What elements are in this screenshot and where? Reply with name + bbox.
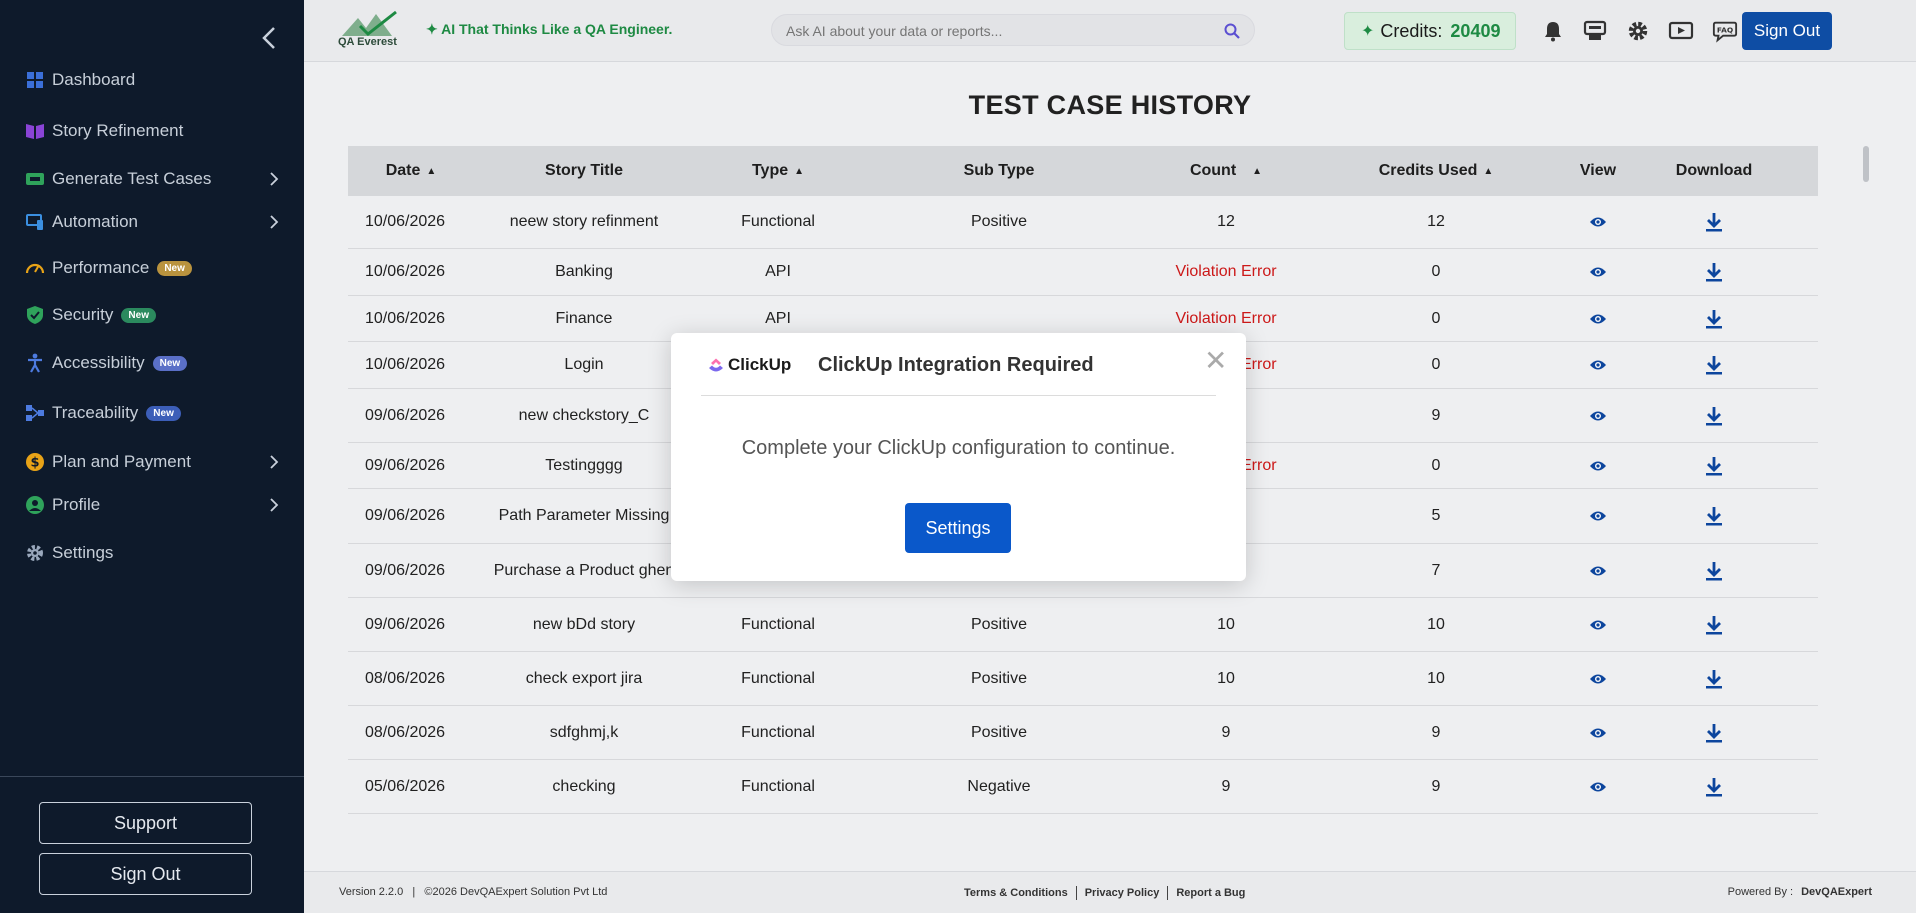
powered-by-value: DevQAExpert — [1801, 886, 1872, 898]
privacy-link[interactable]: Privacy Policy — [1085, 887, 1160, 899]
header-sign-out-button[interactable]: Sign Out — [1742, 12, 1832, 50]
sidebar-divider — [0, 776, 304, 777]
sidebar-item-settings[interactable]: Settings — [24, 539, 280, 567]
sidebar-item-generate-test-cases[interactable]: Generate Test Cases — [24, 165, 280, 193]
dollar-icon: $ — [24, 451, 46, 473]
clickup-icon — [709, 358, 723, 372]
chevron-right-icon — [268, 169, 280, 194]
sidebar-item-performance[interactable]: Performance New — [24, 254, 280, 282]
sidebar-item-traceability[interactable]: Traceability New — [24, 399, 280, 427]
search-icon[interactable] — [1224, 23, 1240, 44]
automation-icon — [24, 211, 46, 233]
link-separator — [1167, 886, 1169, 900]
new-badge: New — [152, 355, 188, 371]
report-bug-link[interactable]: Report a Bug — [1176, 887, 1245, 899]
sidebar-item-label: Settings — [52, 543, 114, 562]
credits-label: Credits: — [1380, 20, 1443, 41]
sidebar-item-label: Dashboard — [52, 70, 136, 89]
sidebar-item-story-refinement[interactable]: Story Refinement — [24, 117, 280, 145]
footer-links: Terms & Conditions Privacy Policy Report… — [964, 886, 1245, 900]
sidebar-item-plan-and-payment[interactable]: $ Plan and Payment — [24, 448, 280, 476]
new-badge: New — [121, 307, 156, 323]
chevron-right-icon — [268, 212, 280, 237]
link-separator — [1075, 886, 1077, 900]
new-badge: New — [146, 405, 181, 421]
svg-text:$: $ — [30, 456, 39, 471]
kiosk-icon[interactable] — [1582, 18, 1608, 44]
dashboard-icon — [24, 69, 46, 91]
sidebar-item-label: Traceability — [52, 403, 139, 422]
book-icon — [24, 120, 46, 142]
sidebar-item-automation[interactable]: Automation — [24, 208, 280, 236]
sidebar: Dashboard Story Refinement Generate Test… — [0, 0, 304, 913]
sidebar-item-accessibility[interactable]: Accessibility New — [24, 349, 280, 377]
close-icon[interactable]: ✕ — [1204, 347, 1227, 375]
sidebar-item-label: Accessibility — [52, 353, 145, 372]
clickup-integration-modal: ClickUp ClickUp Integration Required ✕ C… — [671, 333, 1246, 581]
sidebar-item-label: Security — [52, 305, 114, 324]
faq-label: FAQ — [1717, 25, 1733, 34]
modal-divider — [701, 395, 1216, 396]
sidebar-item-label: Profile — [52, 495, 101, 514]
collapse-sidebar-icon[interactable] — [258, 24, 282, 52]
user-icon — [24, 494, 46, 516]
gear-icon[interactable] — [1625, 18, 1651, 44]
sidebar-item-security[interactable]: Security New — [24, 301, 280, 329]
tagline: ✦ AI That Thinks Like a QA Engineer. — [426, 21, 673, 37]
gear-icon — [24, 542, 46, 564]
sidebar-item-label: Story Refinement — [52, 121, 184, 140]
ai-search-input[interactable] — [786, 21, 1206, 41]
faq-icon[interactable]: FAQ — [1712, 18, 1738, 44]
sidebar-item-dashboard[interactable]: Dashboard — [24, 66, 280, 94]
sidebar-item-label: Plan and Payment — [52, 452, 191, 471]
powered-by-label: Powered By : — [1727, 886, 1794, 898]
accessibility-icon — [24, 352, 46, 374]
sidebar-sign-out-button[interactable]: Sign Out — [39, 853, 252, 895]
credits-value: 20409 — [1450, 20, 1501, 41]
settings-button[interactable]: Settings — [905, 503, 1011, 553]
sparkle-icon: ✦ — [1361, 23, 1375, 40]
logo-text: QA Everest — [338, 36, 397, 48]
terms-link[interactable]: Terms & Conditions — [964, 887, 1068, 899]
sidebar-item-label: Automation — [52, 212, 138, 231]
video-icon[interactable] — [1668, 18, 1694, 44]
footer-version: Version 2.2.0 | ©2026 DevQAExpert Soluti… — [339, 886, 608, 898]
clickup-brand: ClickUp — [728, 355, 792, 374]
powered-by: Powered By : DevQAExpert — [1728, 886, 1872, 898]
sidebar-item-label: Generate Test Cases — [52, 169, 212, 188]
ai-search-box[interactable] — [771, 14, 1255, 46]
sidebar-item-profile[interactable]: Profile — [24, 491, 280, 519]
footer: Version 2.2.0 | ©2026 DevQAExpert Soluti… — [304, 871, 1916, 913]
support-button[interactable]: Support — [39, 802, 252, 844]
bell-icon[interactable] — [1540, 18, 1566, 44]
credits-badge: ✦ Credits: 20409 — [1344, 12, 1516, 50]
speedometer-icon — [24, 257, 46, 279]
shield-icon — [24, 304, 46, 326]
chevron-right-icon — [268, 495, 280, 520]
modal-message: Complete your ClickUp configuration to c… — [741, 437, 1176, 459]
test-cases-icon — [24, 168, 46, 190]
clickup-logo: ClickUp — [707, 355, 791, 375]
top-header: QA Everest ✦ AI That Thinks Like a QA En… — [304, 0, 1916, 62]
chevron-right-icon — [268, 452, 280, 477]
modal-title: ClickUp Integration Required — [818, 354, 1094, 376]
sidebar-item-label: Performance — [52, 258, 150, 277]
traceability-icon — [24, 402, 46, 424]
new-badge: New — [157, 260, 192, 276]
